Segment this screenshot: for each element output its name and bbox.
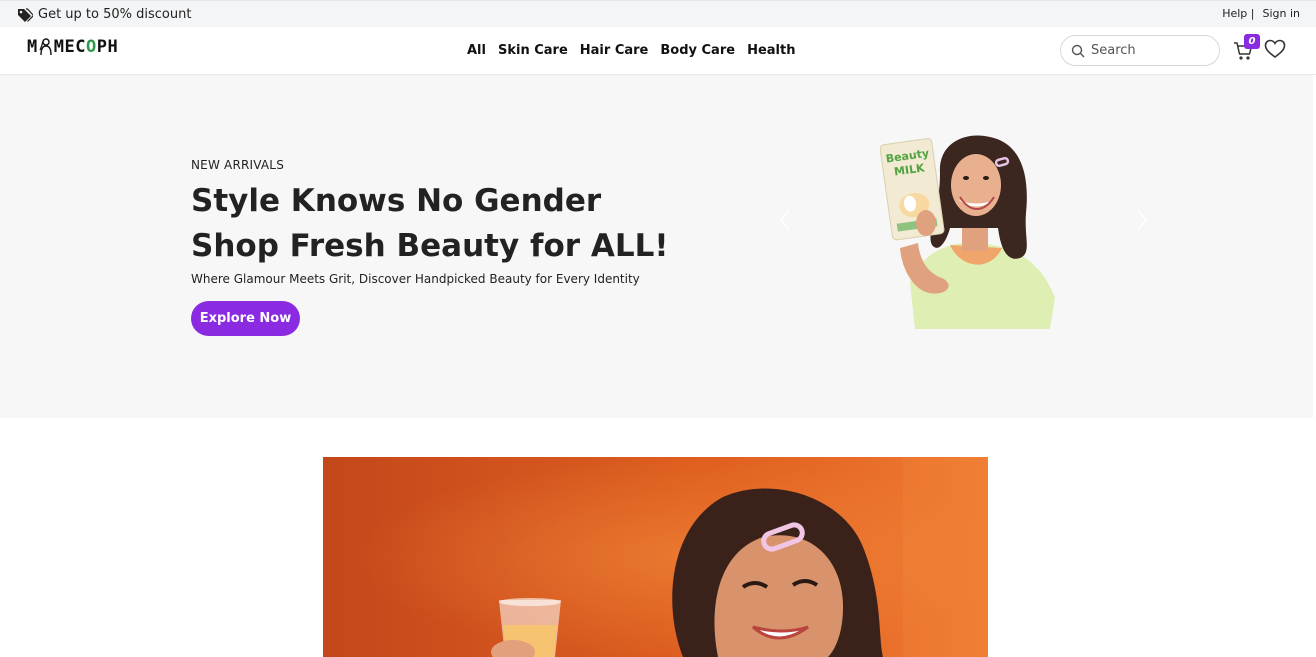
- nav-skin-care[interactable]: Skin Care: [498, 43, 568, 58]
- help-link[interactable]: Help |: [1222, 7, 1254, 20]
- nav-body-care[interactable]: Body Care: [660, 43, 735, 58]
- site-header: M MEC O PH All Skin Care Hair Care Body …: [0, 27, 1316, 75]
- site-logo[interactable]: M MEC O PH: [27, 37, 118, 57]
- search-input[interactable]: [1091, 43, 1209, 58]
- nav-health[interactable]: Health: [747, 43, 795, 58]
- promo-banner-image[interactable]: [323, 457, 988, 657]
- tags-icon: [18, 7, 33, 22]
- sign-in-link[interactable]: Sign in: [1262, 7, 1300, 20]
- hero-carousel: NEW ARRIVALS Style Knows No Gender Shop …: [0, 75, 1313, 418]
- logo-text-pre: M: [27, 37, 38, 57]
- hero-subtext: Where Glamour Meets Grit, Discover Handp…: [191, 272, 640, 286]
- hero-headline-line-1: Style Knows No Gender: [191, 183, 602, 219]
- promo-text: Get up to 50% discount: [38, 7, 192, 22]
- nav-all[interactable]: All: [467, 43, 486, 58]
- promo-bar: Get up to 50% discount Help | Sign in: [0, 0, 1316, 27]
- logo-figure-icon: [39, 38, 52, 56]
- carousel-next-icon[interactable]: [1135, 208, 1149, 232]
- carousel-prev-icon[interactable]: [778, 208, 792, 232]
- search-icon: [1071, 44, 1085, 57]
- cart-count-badge: 0: [1244, 34, 1260, 49]
- logo-text-post: PH: [96, 37, 119, 57]
- nav-hair-care[interactable]: Hair Care: [580, 43, 649, 58]
- hero-model-image: Beauty MILK: [880, 135, 1055, 329]
- banner-photo: [323, 457, 988, 657]
- search-box[interactable]: [1060, 35, 1220, 66]
- logo-text-leaf: O: [85, 37, 97, 57]
- explore-now-button[interactable]: Explore Now: [191, 301, 300, 336]
- hero-headline: Style Knows No Gender Shop Fresh Beauty …: [191, 179, 668, 269]
- main-nav: All Skin Care Hair Care Body Care Health: [467, 43, 795, 58]
- logo-text-mid: MEC: [53, 37, 86, 57]
- top-links: Help | Sign in: [1222, 7, 1300, 20]
- hero-kicker: NEW ARRIVALS: [191, 158, 285, 172]
- promo-message: Get up to 50% discount: [17, 7, 191, 22]
- heart-icon[interactable]: [1264, 39, 1286, 59]
- hero-headline-line-2: Shop Fresh Beauty for ALL!: [191, 228, 669, 264]
